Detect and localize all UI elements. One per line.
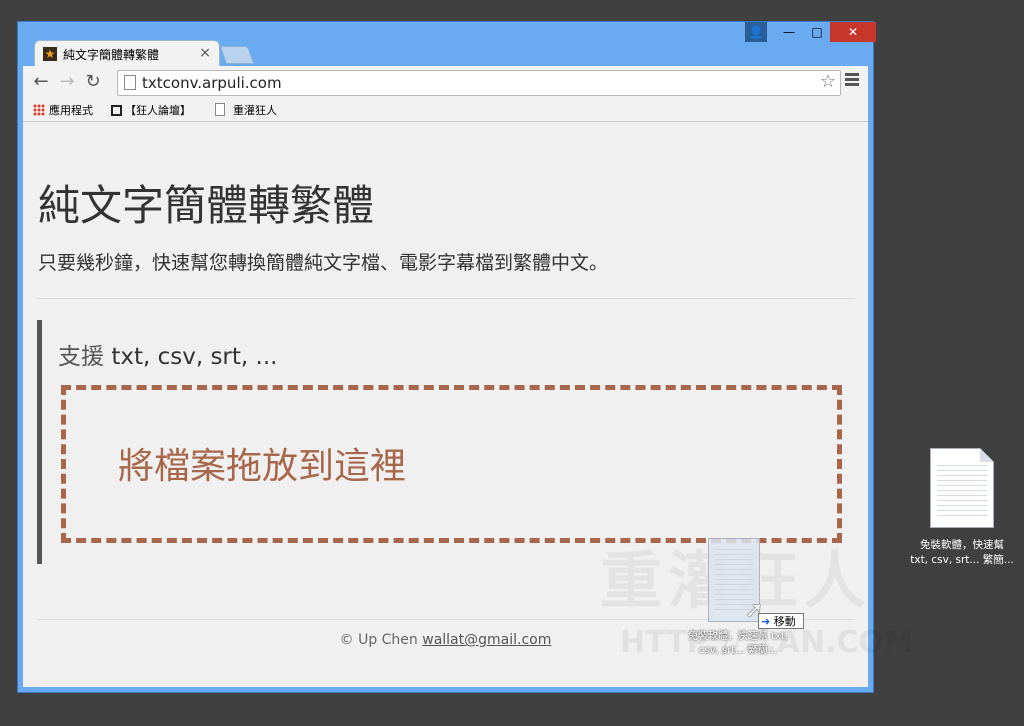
blockquote-bar xyxy=(37,320,42,564)
address-bar[interactable]: txtconv.arpuli.com ☆ xyxy=(117,70,841,96)
star-favicon-icon: ★ xyxy=(43,47,57,61)
move-tooltip: ➜ 移動 xyxy=(758,613,804,629)
back-arrow-icon[interactable]: ← xyxy=(31,72,51,92)
browser-tab[interactable]: ★ 純文字簡體轉繁體 × xyxy=(34,40,220,67)
close-window-button[interactable]: ✕ xyxy=(830,22,876,42)
forum-icon xyxy=(111,105,122,116)
file-dropzone[interactable]: 將檔案拖放到這裡 xyxy=(61,385,842,543)
author-email-link[interactable]: wallat@gmail.com xyxy=(422,632,551,648)
page-lead: 只要幾秒鐘，快速幫您轉換簡體純文字檔、電影字幕檔到繁體中文。 xyxy=(38,252,609,274)
move-arrow-icon: ➜ xyxy=(761,615,771,628)
url-text[interactable]: txtconv.arpuli.com xyxy=(142,74,282,92)
reload-icon[interactable]: ↻ xyxy=(83,72,103,92)
browser-toolbar: ← → ↻ txtconv.arpuli.com ☆ xyxy=(23,66,868,99)
bookmark-star-icon[interactable]: ☆ xyxy=(820,71,836,92)
bookmark-forum[interactable]: 【狂人論壇】 xyxy=(111,102,191,118)
maximize-button[interactable]: □ xyxy=(804,22,830,42)
page-icon xyxy=(215,103,225,116)
apps-icon xyxy=(33,104,45,116)
desktop-text-file-icon[interactable] xyxy=(930,448,994,528)
bookmark-page[interactable]: 重灌狂人 xyxy=(215,102,277,118)
bookmarks-bar: 應用程式 【狂人論壇】 重灌狂人 xyxy=(23,99,868,122)
new-tab-button[interactable] xyxy=(219,46,255,64)
title-bar: ★ 純文字簡體轉繁體 × 👤 — □ ✕ xyxy=(18,22,876,67)
forward-arrow-icon[interactable]: → xyxy=(57,72,77,92)
minimize-button[interactable]: — xyxy=(776,22,802,42)
tab-close-icon[interactable]: × xyxy=(199,45,211,61)
desktop-file-label[interactable]: 免裝軟體，快速幫 txt, csv, srt... 繁簡... xyxy=(904,538,1020,568)
profile-icon[interactable]: 👤 xyxy=(745,22,767,42)
dropzone-text: 將檔案拖放到這裡 xyxy=(118,446,407,487)
tab-title: 純文字簡體轉繁體 xyxy=(63,48,160,62)
page-title: 純文字簡體轉繁體 xyxy=(38,181,375,230)
divider xyxy=(37,298,855,299)
page-icon xyxy=(124,75,136,90)
bookmark-apps[interactable]: 應用程式 xyxy=(33,102,93,118)
supported-formats: 支援 txt, csv, srt, ... xyxy=(58,344,278,370)
dragged-file-label: 免裝軟體，快速幫 txt, csv, srt... 繁簡... xyxy=(687,631,789,656)
menu-icon[interactable] xyxy=(845,73,859,88)
